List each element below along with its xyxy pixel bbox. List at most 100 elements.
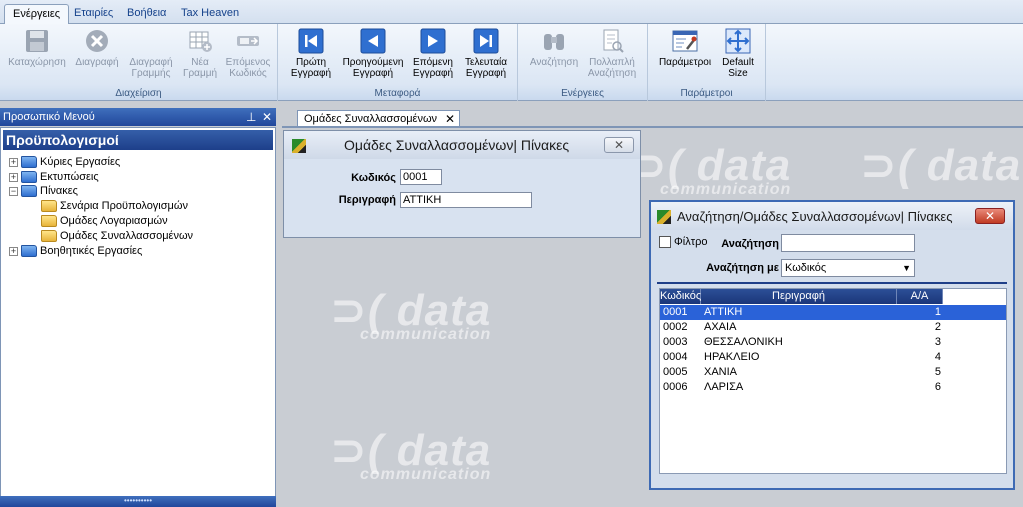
expand-arrows-icon: [725, 28, 751, 54]
tree-item-prints[interactable]: + Εκτυπώσεις: [9, 170, 99, 185]
collapse-icon[interactable]: −: [9, 186, 18, 196]
next-code-button[interactable]: Επόμενος Κωδικός: [222, 28, 274, 79]
tree-item-account-groups[interactable]: Ομάδες Λογαριασμών: [41, 214, 168, 229]
tab-help[interactable]: Βοήθεια: [119, 4, 174, 24]
personal-menu-panel: Προϋπολογισμοί + Κύριες Εργασίες + Εκτυπώσ…: [0, 127, 276, 507]
filter-label: Φίλτρο: [674, 236, 708, 248]
filter-checkbox[interactable]: [659, 236, 671, 248]
floppy-disk-icon: [26, 30, 48, 52]
personal-menu-title: Προσωπικό Μενού: [3, 111, 95, 123]
tab-underline: [282, 126, 1023, 128]
description-field[interactable]: ΑΤΤΙΚΗ: [400, 192, 532, 208]
tree-item-main-tasks[interactable]: + Κύριες Εργασίες: [9, 155, 120, 170]
search-input[interactable]: [781, 234, 915, 252]
app-icon: [292, 139, 306, 153]
group-parameters: Παράμετροι Default Size Παράμετροι: [648, 24, 766, 101]
close-button[interactable]: ✕: [604, 137, 634, 153]
document-search-icon: [603, 29, 624, 53]
column-header-aa[interactable]: Α/Α: [897, 289, 943, 304]
personal-menu-header: Προσωπικό Μενού ⊥ ✕: [0, 108, 276, 126]
parameters-button[interactable]: Παράμετροι: [656, 28, 714, 68]
delete-row-button[interactable]: Διαγραφή Γραμμής: [126, 28, 176, 79]
group-management: Καταχώρηση Διαγραφή Διαγραφή Γραμμής Νέα…: [0, 24, 278, 101]
first-record-icon: [298, 28, 324, 54]
app-icon: [657, 210, 671, 224]
folder-icon: [41, 215, 57, 228]
multi-search-button[interactable]: Πολλαπλή Αναζήτηση: [584, 28, 640, 79]
expand-icon[interactable]: +: [9, 172, 18, 182]
tree-item-auxiliary-tasks[interactable]: + Βοηθητικές Εργασίες: [9, 244, 142, 259]
next-record-icon: [420, 28, 446, 54]
expand-icon[interactable]: +: [9, 157, 18, 167]
save-button[interactable]: Καταχώρηση: [8, 28, 66, 68]
folder-icon: [21, 171, 37, 184]
code-field[interactable]: 0001: [400, 169, 442, 185]
next-code-icon: [237, 36, 259, 46]
table-row[interactable]: 0002 ΑΧΑΙΑ 2: [660, 320, 1006, 335]
folder-icon: [21, 156, 37, 169]
watermark-logo: ⊃( data communication: [630, 141, 792, 198]
form-title: Ομάδες Συναλλασσομένων| Πίνακες: [344, 137, 570, 153]
close-icon[interactable]: ✕: [445, 111, 455, 127]
delete-button[interactable]: Διαγραφή: [72, 28, 122, 68]
search-by-label: Αναζήτηση με: [706, 262, 779, 274]
watermark-logo: ⊃( data communication: [330, 426, 492, 483]
chevron-down-icon: ▼: [902, 263, 911, 273]
tree-item-tables[interactable]: − Πίνακες: [9, 184, 78, 199]
group-label-parameters: Παράμετροι: [680, 88, 733, 99]
group-navigation: Πρώτη Εγγραφή Προηγούμενη Εγγραφή Επόμεν…: [278, 24, 518, 101]
binoculars-icon: [544, 34, 564, 50]
search-by-select[interactable]: Κωδικός ▼: [781, 259, 915, 277]
results-grid: Κωδικός Περιγραφή Α/Α 0001 ΑΤΤΙΚΗ 1 0002…: [659, 288, 1007, 474]
folder-open-icon: [21, 185, 37, 198]
group-label-actions: Ενέργειες: [561, 88, 604, 99]
last-record-button[interactable]: Τελευταία Εγγραφή: [460, 28, 512, 79]
first-record-button[interactable]: Πρώτη Εγγραφή: [286, 28, 336, 79]
default-size-button[interactable]: Default Size: [716, 28, 760, 79]
code-label: Κωδικός: [351, 172, 396, 184]
table-row[interactable]: 0003 ΘΕΣΣΑΛΟΝΙΚΗ 3: [660, 335, 1006, 350]
module-title: Προϋπολογισμοί: [3, 130, 273, 150]
folder-icon: [41, 200, 57, 213]
search-window: Αναζήτηση/Ομάδες Συναλλασσομένων| Πίνακε…: [649, 200, 1015, 490]
expand-icon[interactable]: +: [9, 246, 18, 256]
group-actions: Αναζήτηση Πολλαπλή Αναζήτηση Ενέργειες: [518, 24, 648, 101]
folder-icon: [41, 230, 57, 243]
tab-actions[interactable]: Ενέργειες: [4, 4, 70, 24]
previous-record-button[interactable]: Προηγούμενη Εγγραφή: [340, 28, 406, 79]
folder-icon: [21, 245, 37, 258]
search-label: Αναζήτηση: [721, 238, 779, 250]
panel-resize-grip[interactable]: ••••••••••: [0, 496, 276, 507]
previous-record-icon: [360, 28, 386, 54]
tab-companies[interactable]: Εταιρίες: [66, 4, 121, 24]
close-icon[interactable]: ✕: [262, 108, 272, 126]
tab-tax-heaven[interactable]: Tax Heaven: [173, 4, 247, 24]
table-row[interactable]: 0004 ΗΡΑΚΛΕΙΟ 4: [660, 350, 1006, 365]
delete-circle-icon: [86, 30, 108, 52]
table-row[interactable]: 0006 ΛΑΡΙΣΑ 6: [660, 380, 1006, 395]
ribbon-tab-strip: Ενέργειες Εταιρίες Βοήθεια Tax Heaven: [0, 0, 1023, 24]
description-label: Περιγραφή: [338, 194, 396, 206]
next-record-button[interactable]: Επόμενη Εγγραφή: [410, 28, 456, 79]
search-button[interactable]: Αναζήτηση: [526, 28, 582, 68]
column-header-code[interactable]: Κωδικός: [660, 289, 701, 304]
watermark-logo: ⊃( data: [860, 141, 1022, 190]
pin-icon[interactable]: ⊥: [246, 108, 256, 126]
new-row-button[interactable]: Νέα Γραμμή: [180, 28, 220, 79]
form-titlebar[interactable]: Ομάδες Συναλλασσομένων| Πίνακες ✕: [284, 131, 640, 159]
counterparty-groups-form: Ομάδες Συναλλασσομένων| Πίνακες ✕ Κωδικό…: [283, 130, 641, 238]
search-window-title: Αναζήτηση/Ομάδες Συναλλασσομένων| Πίνακε…: [677, 209, 953, 224]
table-row[interactable]: 0005 ΧΑΝΙΑ 5: [660, 365, 1006, 380]
group-label-navigation: Μεταφορά: [374, 88, 421, 99]
ribbon: Καταχώρηση Διαγραφή Διαγραφή Γραμμής Νέα…: [0, 24, 1023, 101]
delete-row-icon: [138, 28, 164, 54]
tree-item-counterparty-groups[interactable]: Ομάδες Συναλλασσομένων: [41, 229, 193, 244]
close-button[interactable]: ✕: [975, 208, 1005, 224]
separator-line: [657, 282, 1007, 284]
tree-item-budget-scenarios[interactable]: Σενάρια Προϋπολογισμών: [41, 199, 188, 214]
group-label-management: Διαχείριση: [115, 88, 162, 99]
column-header-description[interactable]: Περιγραφή: [701, 289, 897, 304]
table-row[interactable]: 0001 ΑΤΤΙΚΗ 1: [660, 305, 1006, 320]
tab-counterparty-groups[interactable]: Ομάδες Συναλλασσομένων ✕: [297, 110, 461, 127]
search-window-titlebar[interactable]: Αναζήτηση/Ομάδες Συναλλασσομένων| Πίνακε…: [651, 202, 1013, 230]
